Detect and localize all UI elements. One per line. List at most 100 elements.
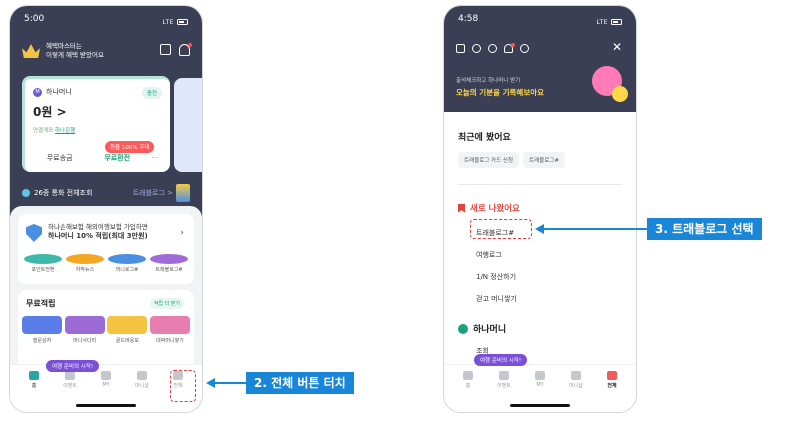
next-card-peek[interactable]	[174, 78, 202, 172]
globe-icon	[22, 189, 30, 197]
step-3-callout: 3. 트래블로그 선택	[647, 218, 762, 240]
free-transfer-button[interactable]: 무료송금	[33, 150, 87, 166]
bell-icon[interactable]	[504, 43, 515, 53]
tab-label: 머니샵	[135, 383, 149, 389]
divider	[458, 184, 622, 185]
news-icon	[66, 254, 104, 264]
free-item-label: 골드바응모	[115, 338, 139, 344]
recent-title: 최근에 봤어요	[458, 133, 511, 143]
free-exchange-button[interactable]: 무료환전	[91, 150, 145, 166]
trip-prep-pill[interactable]: 여행 준비의 시작!	[474, 354, 528, 366]
new-section-title: 새로 나왔어요	[458, 202, 520, 214]
banner-small: 출석체크하고 하나머니 받기	[456, 78, 521, 84]
quick-item-moneylog[interactable]: 머니로그#	[108, 254, 146, 273]
home-icon[interactable]	[456, 44, 465, 53]
lucky-box-icon	[22, 316, 62, 334]
free-item-lucky-box[interactable]: 행운상자	[22, 316, 62, 344]
menu-item-split-bill[interactable]: 1/N 정산하기	[476, 266, 517, 288]
close-icon[interactable]: ✕	[612, 40, 622, 54]
person-icon[interactable]	[472, 44, 481, 53]
currency-row: 26종 통화 전체조회 트래블로그 >	[22, 184, 190, 202]
menu-item-walk-money[interactable]: 걷고 머니쌓기	[476, 288, 517, 310]
smile-character-icon	[612, 86, 628, 102]
moneylog-icon	[108, 254, 146, 264]
charge-button[interactable]: 충전	[141, 87, 162, 99]
more-button[interactable]: ···	[148, 150, 162, 166]
benefit-line-1: 혜택마스터는	[46, 42, 82, 50]
free-more-button[interactable]: 적립 더 받기	[149, 298, 184, 309]
shop-icon	[571, 371, 581, 380]
benefit-line-2: 이렇게 혜택 받았어요	[46, 51, 104, 59]
travelog-card-thumbnail	[176, 184, 190, 202]
battery-icon	[611, 19, 622, 25]
qr-scan-icon[interactable]	[160, 44, 171, 55]
quick-item-label: 머니로그#	[115, 267, 139, 273]
quick-item-travelog[interactable]: 트래블로그#	[150, 254, 188, 273]
quick-item-label: 하작뉴스	[75, 267, 95, 273]
tab-all[interactable]: 전체	[594, 371, 630, 412]
hana-money-logo-icon: M	[33, 87, 42, 97]
status-bar: 4:58 LTE	[444, 6, 636, 30]
phone-screen-home: 5:00 LTE 혜택마스터는 이렇게 혜택 받았어요 M 하나머니 충전 0원…	[9, 5, 203, 413]
travelog-link-label: 트래블로그 >	[132, 189, 173, 197]
attendance-banner[interactable]: 출석체크하고 하나머니 받기 오늘의 기분을 기록해보아요	[456, 76, 544, 98]
quick-item-label: 포인트전환	[31, 267, 55, 273]
hana-money-card[interactable]: M 하나머니 충전 0원 > 연결계좌 하나은행 환율 100% 우대 무료송금…	[22, 76, 170, 172]
tab-label: 머니샵	[569, 383, 583, 389]
currency-lookup[interactable]: 26종 통화 전체조회	[22, 188, 92, 198]
benefit-banner[interactable]: 혜택마스터는 이렇게 혜택 받았어요	[22, 42, 104, 60]
highlight-travelog-item	[470, 219, 532, 239]
status-bar: 5:00 LTE	[10, 6, 202, 30]
shop-icon	[137, 371, 147, 380]
recent-chip[interactable]: 트래블로그 카드 신청	[458, 152, 520, 168]
quick-item-label: 트래블로그#	[155, 267, 183, 273]
step-2-callout: 2. 전체 버튼 터치	[246, 372, 354, 394]
event-icon	[499, 371, 509, 380]
trip-prep-pill[interactable]: 여행 준비의 시작!	[46, 360, 100, 372]
bell-icon[interactable]	[179, 43, 192, 56]
recent-chip[interactable]: 트래블로그#	[523, 152, 565, 168]
bookmark-icon	[458, 203, 465, 213]
notification-dot	[511, 43, 515, 47]
tab-label: 이벤트	[497, 383, 511, 389]
tab-label: 전체	[607, 383, 617, 389]
menu-header-icons	[456, 43, 529, 53]
quick-item-news[interactable]: 하작뉴스	[66, 254, 104, 273]
linked-bank-link[interactable]: 하나은행	[55, 128, 75, 134]
tab-label: MY	[102, 382, 110, 388]
money-amount[interactable]: 0원 >	[33, 103, 162, 120]
person-icon	[101, 371, 111, 380]
menu-item-travel-log[interactable]: 여행로그	[476, 244, 517, 266]
free-item-money-ladder[interactable]: 머니사다리	[64, 316, 105, 344]
status-time: 5:00	[24, 14, 45, 24]
free-item-gold-bar[interactable]: 골드바응모	[107, 316, 148, 344]
currency-text: 26종 통화 전체조회	[34, 189, 93, 197]
recent-chips: 트래블로그 카드 신청 트래블로그#	[458, 152, 565, 168]
free-item-jackpot[interactable]: 대박머니쌓기	[149, 316, 190, 344]
tab-home[interactable]: 홈	[450, 371, 486, 412]
linked-prefix: 연결계좌	[33, 128, 54, 134]
person-icon	[535, 371, 545, 380]
tab-home[interactable]: 홈	[16, 371, 52, 412]
free-reward-items: 행운상자 머니사다리 골드바응모 대박머니쌓기	[22, 316, 190, 344]
hana-money-section-title: 하나머니	[458, 322, 506, 335]
travelog-link[interactable]: 트래블로그 >	[133, 184, 190, 202]
crown-icon	[22, 44, 40, 58]
tab-label: 이벤트	[63, 383, 77, 389]
quick-item-point-convert[interactable]: 포인트전환	[24, 254, 62, 273]
linked-account: 연결계좌 하나은행	[33, 126, 162, 134]
tab-label: 홈	[465, 383, 471, 389]
arrow-line	[543, 228, 647, 230]
money-card-title: 하나머니	[46, 88, 72, 96]
insurance-promo-card[interactable]: 하나손해보험 해외여행보험 가입하면 하나머니 10% 적립(최대 3만원) ›…	[18, 214, 194, 284]
tab-label: 홈	[31, 383, 37, 389]
banner-big: 오늘의 기분을 기록해보아요	[456, 88, 545, 97]
highlight-all-tab	[170, 370, 196, 402]
gear-icon[interactable]	[488, 44, 497, 53]
search-icon[interactable]	[520, 44, 529, 53]
event-icon	[65, 371, 75, 380]
hana-money-logo-icon	[458, 323, 468, 334]
gold-bar-icon	[107, 316, 148, 334]
travelog-icon	[150, 254, 188, 264]
header-icons	[160, 43, 192, 56]
